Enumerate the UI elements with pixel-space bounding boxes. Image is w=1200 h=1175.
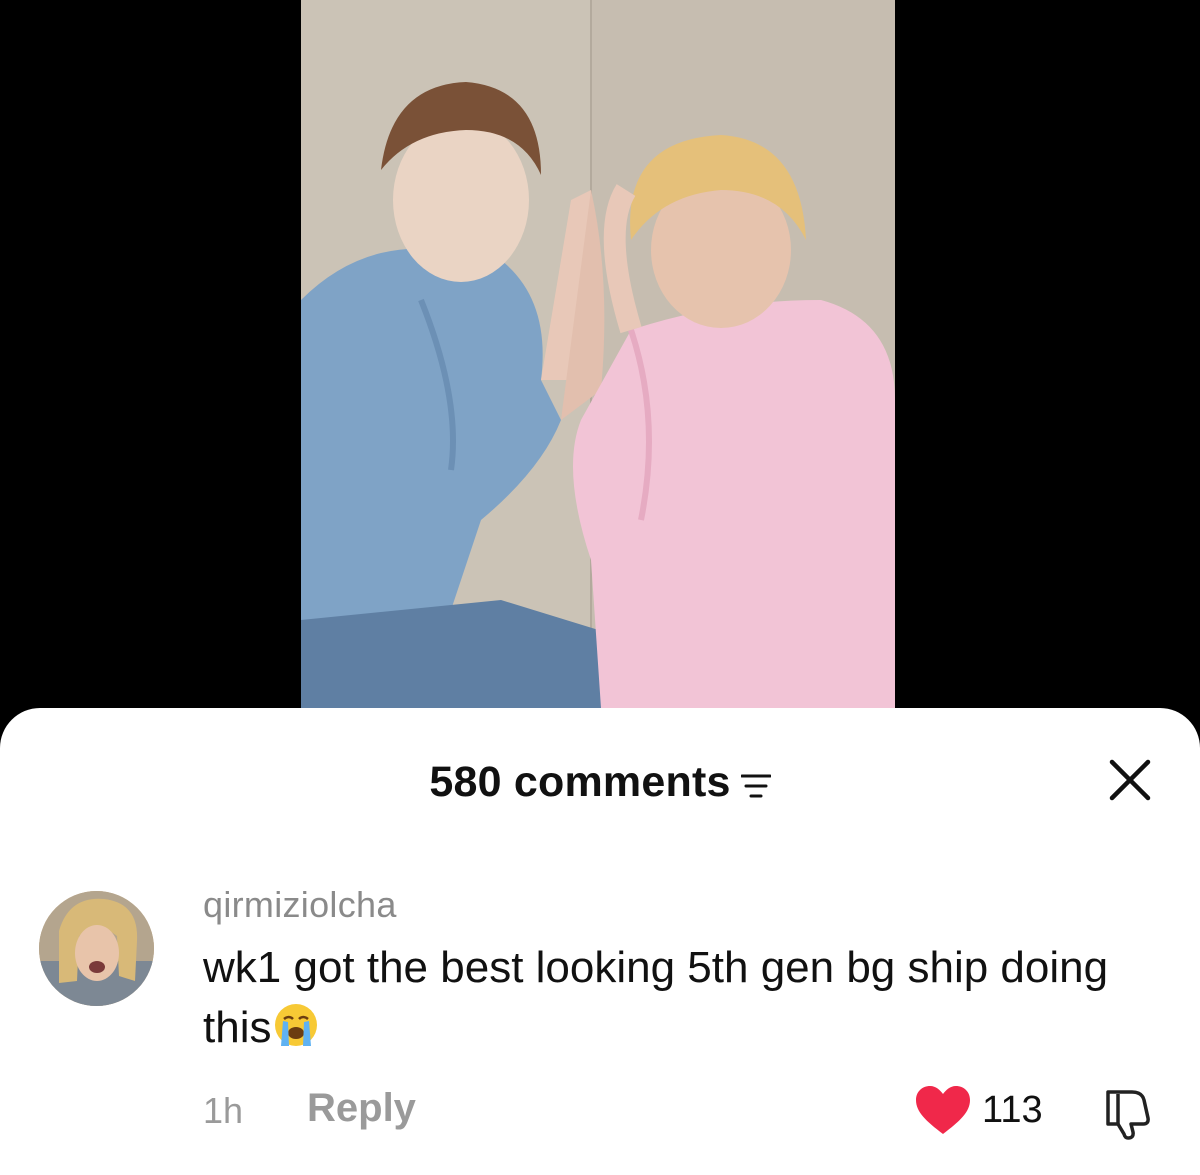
loudly-crying-face-emoji	[275, 1004, 318, 1046]
comment-text: wk1 got the best looking 5th gen bg ship…	[203, 943, 1109, 1052]
avatar[interactable]	[39, 891, 154, 1006]
thumbs-down-icon[interactable]	[1098, 1084, 1158, 1140]
comment-time: 1h	[203, 1090, 244, 1131]
screen: 580 comments qirmiziolcha wk1 got the be…	[0, 0, 1200, 1175]
comment-body: wk1 got the best looking 5th gen bg ship…	[203, 938, 1163, 1058]
reply-button[interactable]: Reply	[307, 1086, 416, 1131]
comments-count: 580 comments	[429, 757, 731, 806]
heart-icon	[916, 1086, 970, 1134]
comment-item: qirmiziolcha wk1 got the best looking 5t…	[0, 878, 1200, 1158]
video-player[interactable]	[301, 0, 895, 708]
video-frame-image	[301, 0, 895, 708]
comments-sheet: 580 comments qirmiziolcha wk1 got the be…	[0, 708, 1200, 1175]
comments-header: 580 comments	[0, 752, 1200, 812]
like-button[interactable]: 113	[914, 1082, 1043, 1138]
like-count: 113	[982, 1088, 1043, 1131]
close-icon[interactable]	[1104, 754, 1156, 806]
comment-username[interactable]: qirmiziolcha	[203, 884, 397, 926]
sort-lines-icon[interactable]	[740, 773, 771, 799]
avatar-image	[39, 891, 154, 1006]
